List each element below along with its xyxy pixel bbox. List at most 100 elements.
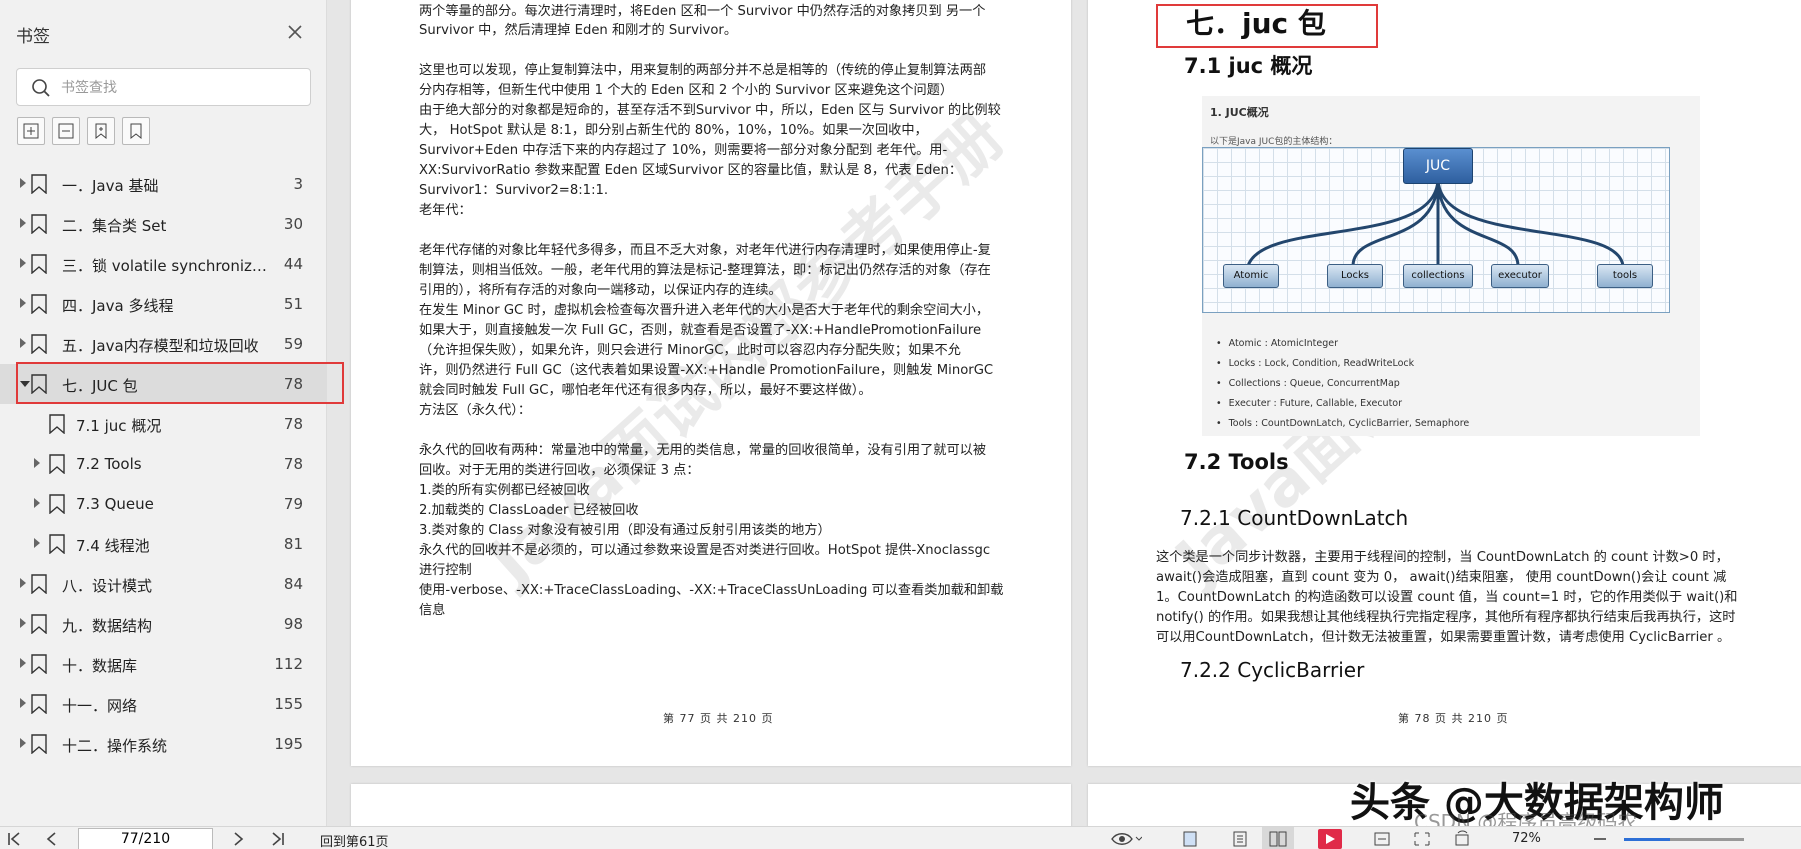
add-bookmark-button[interactable]: [87, 117, 115, 145]
chevron-down-icon[interactable]: [20, 381, 30, 387]
bookmark-item[interactable]: 十一．网络 155: [0, 684, 327, 724]
bookmark-icon: [31, 214, 47, 234]
bookmark-item[interactable]: 一．Java 基础 3: [0, 164, 327, 204]
bookmark-item[interactable]: 十．数据库 112: [0, 644, 327, 684]
text-line: 使用-verbose、-XX:+TraceClassLoading、-XX:+T…: [419, 583, 1004, 598]
bookmark-label: 十一．网络: [62, 697, 138, 715]
fit-page-icon[interactable]: [1412, 830, 1432, 848]
bookmark-item[interactable]: 7.1 juc 概况 78: [0, 404, 327, 444]
chevron-right-icon[interactable]: [20, 258, 26, 268]
text-line: 进行控制: [419, 563, 472, 578]
chevron-right-icon[interactable]: [20, 618, 26, 628]
node-locks: Locks: [1327, 264, 1383, 288]
bookmark-item[interactable]: 四．Java 多线程 51: [0, 284, 327, 324]
zoom-out-icon[interactable]: [1590, 830, 1610, 848]
prev-page-icon[interactable]: [42, 830, 62, 848]
text-line: 在发生 Minor GC 时，虚拟机会检查每次晋升进入老年代的大小是否大于老年代…: [419, 303, 990, 318]
chevron-right-icon[interactable]: [34, 538, 40, 548]
node-collections: collections: [1403, 264, 1473, 288]
fit-width-icon[interactable]: [1372, 830, 1392, 848]
chevron-right-icon[interactable]: [20, 658, 26, 668]
text-line: 许，则仍然进行 Full GC（这代表着如果设置-XX:+Handle Prom…: [419, 363, 994, 378]
bookmark-icon: [31, 294, 47, 314]
text-line: 这个类是一个同步计数器，主要用于线程间的控制，当 CountDownLatch …: [1156, 550, 1729, 565]
text-line: 大， HotSpot 默认是 8:1，即分别占新生代的 80%，10%，10%。…: [419, 123, 928, 138]
bookmark-item[interactable]: 八．设计模式 84: [0, 564, 327, 604]
page-footer: 第 78 页 共 210 页: [1398, 712, 1509, 725]
bookmark-label: 七．JUC 包: [62, 377, 138, 395]
chevron-right-icon[interactable]: [34, 458, 40, 468]
bookmark-item[interactable]: 九．数据结构 98: [0, 604, 327, 644]
zoom-slider-fill: [1624, 838, 1670, 841]
bookmark-page-number: 44: [283, 255, 303, 273]
play-button[interactable]: [1318, 829, 1342, 849]
chevron-right-icon[interactable]: [20, 738, 26, 748]
bookmark-icon: [31, 174, 47, 194]
eye-icon[interactable]: [1110, 830, 1142, 848]
text-line: 老年代存储的对象比年轻代多得多，而且不乏大对象，对老年代进行内存清理时，如果使用…: [419, 243, 991, 258]
bookmark-item[interactable]: 7.2 Tools 78: [0, 444, 327, 484]
chevron-right-icon[interactable]: [34, 498, 40, 508]
bookmark-button[interactable]: [122, 117, 150, 145]
text-line: 制算法，则相当低效。一般，老年代用的算法是标记-整理算法，即：标记出仍然存活的对…: [419, 263, 991, 278]
first-page-icon[interactable]: [4, 830, 24, 848]
text-line: 1。CountDownLatch 的构造函数可以设置 count 值，当 cou…: [1156, 590, 1738, 605]
bullet-item: Collections : Queue, ConcurrentMap: [1216, 378, 1400, 389]
go-back-link[interactable]: 回到第61页: [320, 831, 389, 849]
text-line: 3.类对象的 Class 对象没有被引用（即没有通过反射引用该类的地方）: [419, 523, 831, 538]
bookmark-page-number: 79: [283, 495, 303, 513]
bookmark-item[interactable]: 七．JUC 包 78: [0, 364, 327, 404]
bookmark-add-icon: [95, 123, 107, 139]
text-line: XX:SurvivorRatio 参数来配置 Eden 区域Survivor 区…: [419, 163, 963, 178]
bookmark-item[interactable]: 二．集合类 Set 30: [0, 204, 327, 244]
collapse-all-button[interactable]: [52, 117, 80, 145]
chapter-heading: 七．juc 包: [1186, 7, 1326, 40]
zoom-level[interactable]: 72%: [1512, 831, 1541, 846]
next-page-icon[interactable]: [228, 830, 248, 848]
bookmark-item[interactable]: 十二．操作系统 195: [0, 724, 327, 764]
close-icon[interactable]: [283, 20, 307, 44]
bookmark-item[interactable]: 7.4 线程池 81: [0, 524, 327, 564]
bookmark-search-box[interactable]: [16, 68, 311, 106]
bookmark-page-number: 84: [283, 575, 303, 593]
text-line: 老年代：: [419, 203, 472, 218]
bookmark-item[interactable]: 三．锁 volatile synchronized... 44: [0, 244, 327, 284]
bookmark-item[interactable]: 五．Java内存模型和垃圾回收 59: [0, 324, 327, 364]
play-icon: [1326, 834, 1335, 844]
last-page-icon[interactable]: [268, 830, 288, 848]
chevron-right-icon[interactable]: [20, 178, 26, 188]
bookmark-page-number: 78: [283, 375, 303, 393]
continuous-view-icon[interactable]: [1230, 830, 1250, 848]
bookmark-icon: [31, 574, 47, 594]
rotate-icon[interactable]: [1452, 830, 1472, 848]
bookmark-label: 十．数据库: [62, 657, 138, 675]
chevron-right-icon[interactable]: [20, 298, 26, 308]
text-line: 分内存相等，但新生代中使用 1 个大的 Eden 区和 2 个小的 Surviv…: [419, 83, 954, 98]
zoom-slider[interactable]: [1624, 838, 1744, 841]
chevron-right-icon[interactable]: [20, 218, 26, 228]
text-line: （允许担保失败），如果允许，则只会进行 MinorGC，此时可以容忍内存分配失败…: [419, 343, 961, 358]
single-page-view-icon[interactable]: [1180, 830, 1200, 848]
chevron-right-icon[interactable]: [20, 338, 26, 348]
page-footer: 第 77 页 共 210 页: [663, 712, 774, 725]
bookmark-icon: [31, 654, 47, 674]
bookmark-search-input[interactable]: [61, 77, 291, 99]
juc-root-node: JUC: [1403, 148, 1473, 184]
text-line: 方法区（永久代）：: [419, 403, 532, 418]
bookmark-label: 7.4 线程池: [76, 537, 150, 555]
search-icon: [32, 79, 50, 97]
bookmark-item[interactable]: 7.3 Queue 79: [0, 484, 327, 524]
bookmark-icon: [31, 254, 47, 274]
bookmark-label: 五．Java内存模型和垃圾回收: [62, 337, 259, 355]
bookmark-icon: [31, 334, 47, 354]
bookmark-icon: [49, 414, 65, 434]
page-number-input[interactable]: [78, 828, 213, 849]
bookmark-icon: [31, 374, 47, 394]
chevron-right-icon[interactable]: [20, 698, 26, 708]
node-executor: executor: [1491, 264, 1549, 288]
chevron-right-icon[interactable]: [20, 578, 26, 588]
dual-page-icon: [1269, 831, 1287, 847]
dual-page-view-button[interactable]: [1262, 827, 1294, 849]
expand-all-button[interactable]: [17, 117, 45, 145]
bookmark-label: 三．锁 volatile synchronized...: [62, 257, 274, 275]
